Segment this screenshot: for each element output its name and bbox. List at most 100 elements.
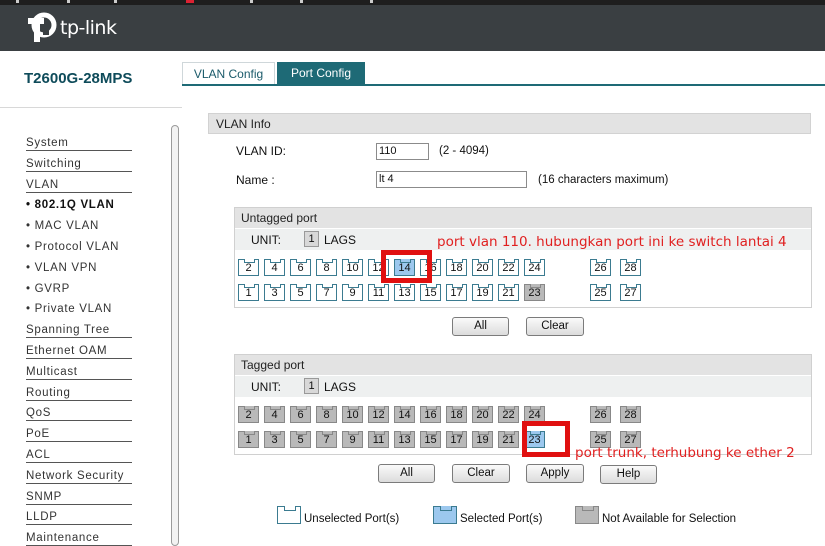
sidebar-item[interactable]: Multicast bbox=[26, 363, 132, 380]
sidebar-item[interactable]: LLDP bbox=[26, 508, 132, 526]
strip-mark bbox=[114, 0, 117, 3]
vlan-name-input[interactable]: lt 4 bbox=[376, 171, 527, 188]
strip-mark bbox=[250, 0, 253, 3]
tagged-port-2[interactable]: 2 bbox=[238, 406, 259, 423]
tagged-port-1[interactable]: 1 bbox=[238, 431, 259, 448]
apply-button[interactable]: Apply bbox=[526, 464, 584, 483]
tagged-all-button[interactable]: All bbox=[378, 464, 435, 483]
untagged-port-27[interactable]: 27 bbox=[620, 284, 641, 301]
tagged-port-10[interactable]: 10 bbox=[342, 406, 363, 423]
untagged-port-22[interactable]: 22 bbox=[498, 259, 519, 276]
tagged-port-18[interactable]: 18 bbox=[446, 406, 467, 423]
tagged-port-4[interactable]: 4 bbox=[264, 406, 285, 423]
untagged-port-23[interactable]: 23 bbox=[524, 284, 545, 301]
sidebar-divider bbox=[0, 107, 182, 108]
highlight-box-untagged bbox=[381, 250, 432, 283]
tagged-port-28[interactable]: 28 bbox=[620, 406, 641, 423]
untagged-clear-button[interactable]: Clear bbox=[526, 317, 584, 336]
untagged-port-5[interactable]: 5 bbox=[290, 284, 311, 301]
tagged-port-9[interactable]: 9 bbox=[342, 431, 363, 448]
tagged-port-5[interactable]: 5 bbox=[290, 431, 311, 448]
untagged-port-2[interactable]: 2 bbox=[238, 259, 259, 276]
untagged-port-28[interactable]: 28 bbox=[620, 259, 641, 276]
sidebar-item[interactable]: Ethernet OAM bbox=[26, 342, 132, 359]
vlan-info-header: VLAN Info bbox=[208, 113, 811, 134]
tagged-port-22[interactable]: 22 bbox=[498, 406, 519, 423]
untagged-port-10[interactable]: 10 bbox=[342, 259, 363, 276]
annotation-untagged: port vlan 110. hubungkan port ini ke swi… bbox=[437, 234, 787, 250]
untagged-port-11[interactable]: 11 bbox=[368, 284, 389, 301]
sidebar-item[interactable]: Maintenance bbox=[26, 529, 132, 546]
tagged-port-11[interactable]: 11 bbox=[368, 431, 389, 448]
untagged-port-3[interactable]: 3 bbox=[264, 284, 285, 301]
vlan-id-input[interactable]: 110 bbox=[376, 143, 429, 160]
unit-selector[interactable]: 1 bbox=[304, 378, 319, 394]
untagged-port-26[interactable]: 26 bbox=[590, 259, 611, 276]
untagged-port-panel: Untagged port UNIT: 1 LAGS 2 4 6 8 10 12 14 16 1… bbox=[234, 207, 812, 308]
untagged-port-13[interactable]: 13 bbox=[394, 284, 415, 301]
sidebar-item[interactable]: SNMP bbox=[26, 488, 132, 505]
untagged-port-18[interactable]: 18 bbox=[446, 259, 467, 276]
tagged-port-12[interactable]: 12 bbox=[368, 406, 389, 423]
untagged-all-button[interactable]: All bbox=[452, 317, 509, 336]
tagged-port-8[interactable]: 8 bbox=[316, 406, 337, 423]
tagged-clear-button[interactable]: Clear bbox=[452, 464, 510, 483]
tagged-port-15[interactable]: 15 bbox=[420, 431, 441, 448]
sidebar-item[interactable]: • VLAN VPN bbox=[26, 259, 132, 276]
untagged-port-20[interactable]: 20 bbox=[472, 259, 493, 276]
tagged-port-26[interactable]: 26 bbox=[590, 406, 611, 423]
tagged-port-16[interactable]: 16 bbox=[420, 406, 441, 423]
strip-mark-red bbox=[186, 0, 194, 3]
lags-link[interactable]: LAGS bbox=[324, 380, 356, 394]
app-root: tp-link T2600G-28MPS VLAN Config Port Co… bbox=[0, 0, 825, 546]
unavailable-port-legend-icon bbox=[575, 506, 599, 524]
sidebar-item[interactable]: QoS bbox=[26, 404, 132, 422]
untagged-header: Untagged port bbox=[235, 208, 811, 228]
tagged-port-3[interactable]: 3 bbox=[264, 431, 285, 448]
sidebar-item[interactable]: ACL bbox=[26, 446, 132, 463]
help-button[interactable]: Help bbox=[600, 465, 657, 484]
lags-link[interactable]: LAGS bbox=[324, 233, 356, 247]
tagged-header: Tagged port bbox=[235, 355, 811, 375]
untagged-port-6[interactable]: 6 bbox=[290, 259, 311, 276]
untagged-port-17[interactable]: 17 bbox=[446, 284, 467, 301]
sidebar-item[interactable]: • MAC VLAN bbox=[26, 217, 132, 234]
sidebar-item[interactable]: System bbox=[26, 134, 132, 151]
sidebar-item[interactable]: • Protocol VLAN bbox=[26, 238, 132, 255]
tab-vlan-config[interactable]: VLAN Config bbox=[182, 62, 275, 85]
sidebar-item[interactable]: Switching bbox=[26, 155, 132, 172]
sidebar-item[interactable]: • GVRP bbox=[26, 280, 132, 297]
untagged-port-24[interactable]: 24 bbox=[524, 259, 545, 276]
tagged-port-21[interactable]: 21 bbox=[498, 431, 519, 448]
sidebar-item[interactable]: • 802.1Q VLAN bbox=[26, 196, 176, 214]
tab-port-config[interactable]: Port Config bbox=[277, 62, 365, 85]
untagged-port-7[interactable]: 7 bbox=[316, 284, 337, 301]
sidebar-item[interactable]: • Private VLAN bbox=[26, 300, 132, 317]
tagged-port-6[interactable]: 6 bbox=[290, 406, 311, 423]
sidebar-item[interactable]: VLAN bbox=[26, 176, 132, 193]
sidebar-item[interactable]: Routing bbox=[26, 384, 132, 401]
unselected-port-legend-icon bbox=[277, 506, 301, 524]
tagged-unit-row: UNIT: 1 LAGS bbox=[235, 376, 811, 397]
tagged-port-17[interactable]: 17 bbox=[446, 431, 467, 448]
untagged-port-9[interactable]: 9 bbox=[342, 284, 363, 301]
strip-mark bbox=[300, 0, 303, 3]
untagged-port-8[interactable]: 8 bbox=[316, 259, 337, 276]
untagged-port-4[interactable]: 4 bbox=[264, 259, 285, 276]
tagged-port-19[interactable]: 19 bbox=[472, 431, 493, 448]
untagged-port-15[interactable]: 15 bbox=[420, 284, 441, 301]
tagged-title: Tagged port bbox=[241, 358, 305, 372]
sidebar-item[interactable]: PoE bbox=[26, 425, 132, 443]
untagged-port-19[interactable]: 19 bbox=[472, 284, 493, 301]
tagged-port-7[interactable]: 7 bbox=[316, 431, 337, 448]
untagged-port-25[interactable]: 25 bbox=[590, 284, 611, 301]
untagged-port-21[interactable]: 21 bbox=[498, 284, 519, 301]
tagged-port-13[interactable]: 13 bbox=[394, 431, 415, 448]
sidebar-item[interactable]: Network Security bbox=[26, 467, 132, 484]
sidebar-scrollbar[interactable] bbox=[171, 125, 179, 546]
sidebar-item[interactable]: Spanning Tree bbox=[26, 321, 132, 339]
tagged-port-20[interactable]: 20 bbox=[472, 406, 493, 423]
tagged-port-14[interactable]: 14 bbox=[394, 406, 415, 423]
unit-selector[interactable]: 1 bbox=[304, 231, 319, 247]
untagged-port-1[interactable]: 1 bbox=[238, 284, 259, 301]
